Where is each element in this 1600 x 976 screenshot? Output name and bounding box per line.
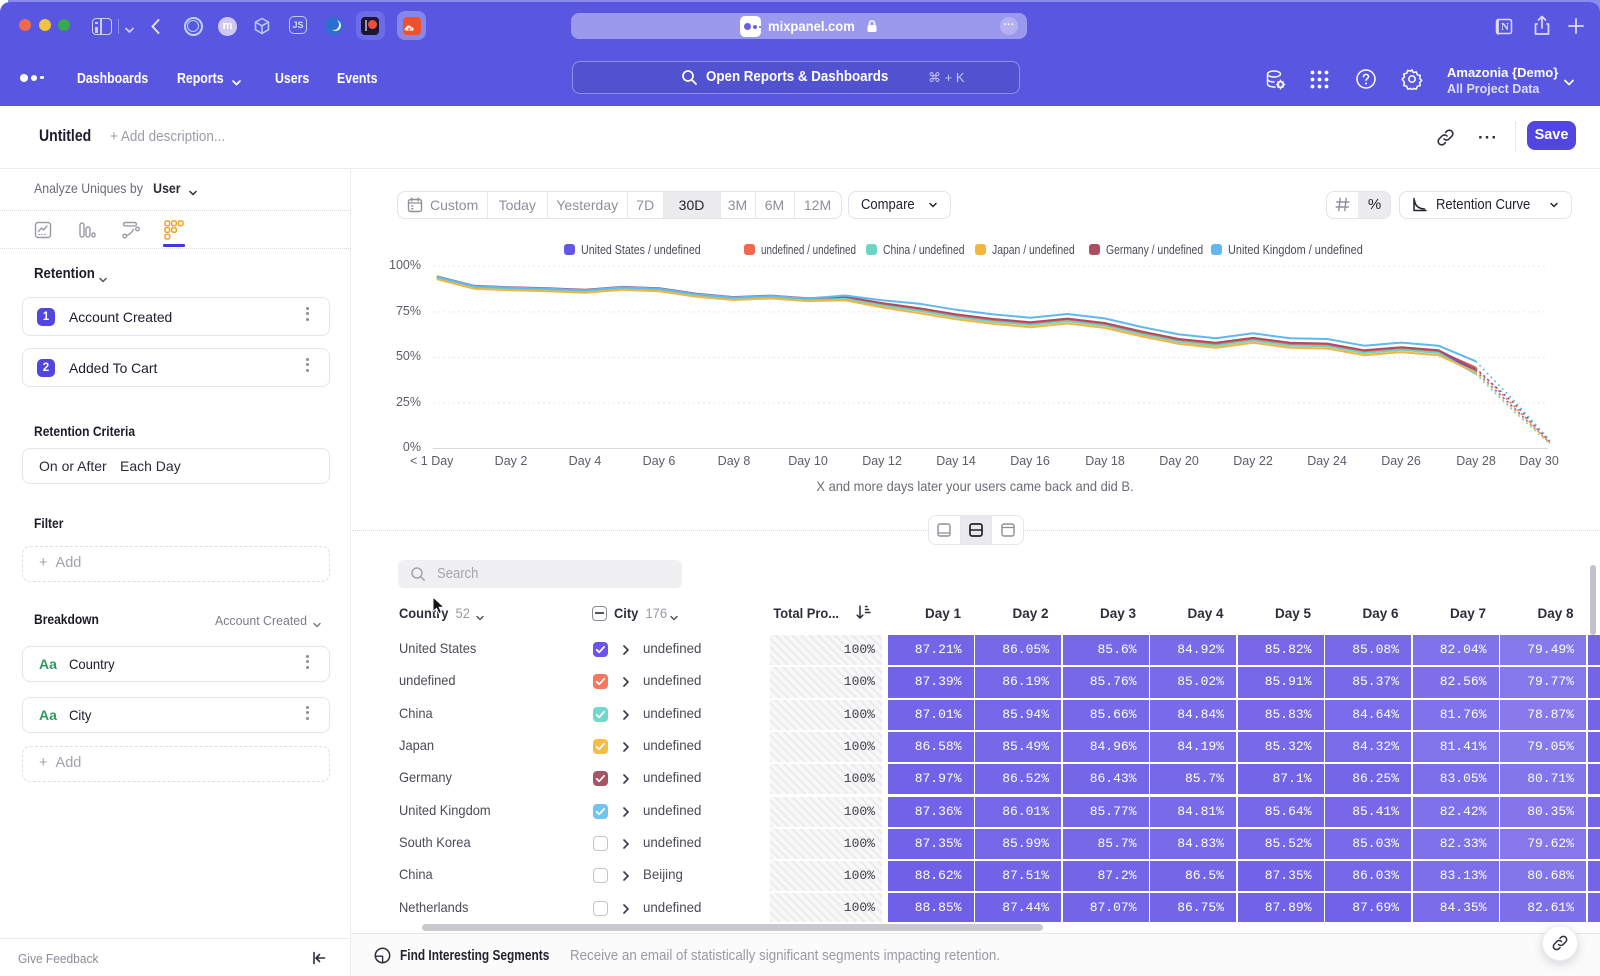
svg-text:N: N (1501, 21, 1509, 33)
